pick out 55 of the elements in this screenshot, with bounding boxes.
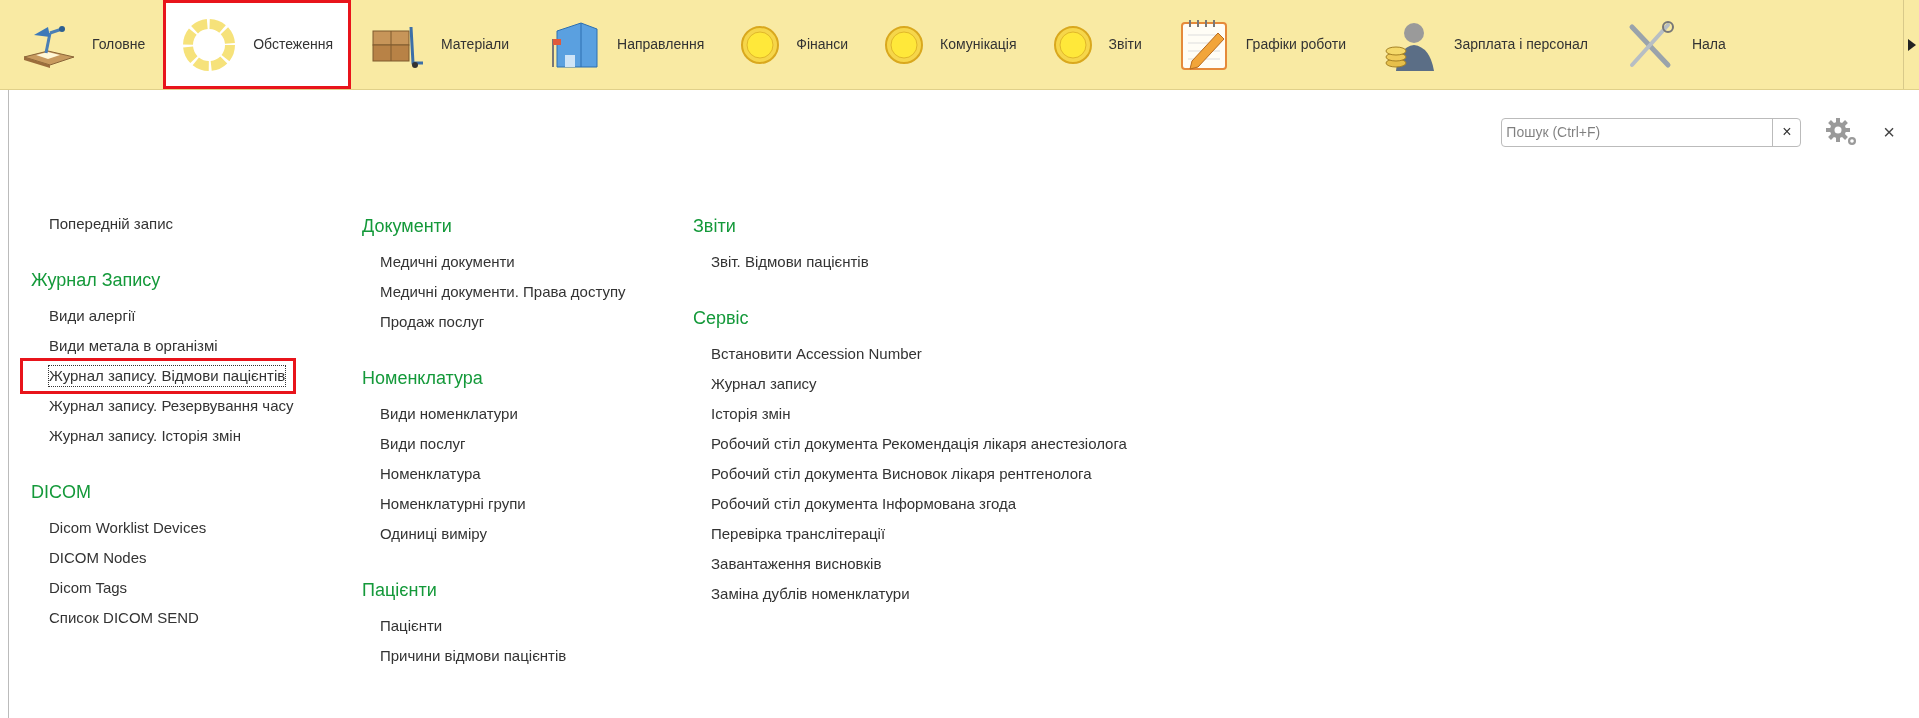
- menu-link[interactable]: Причини відмови пацієнтів: [380, 646, 567, 666]
- clear-search-button[interactable]: ×: [1772, 118, 1801, 146]
- menu-link[interactable]: Продаж послуг: [380, 312, 485, 332]
- coin-icon: [1052, 24, 1093, 65]
- section-tab[interactable]: Фінанси: [722, 0, 867, 89]
- coin-icon: [740, 24, 781, 65]
- group-heading: Номенклатура: [362, 367, 484, 390]
- menu-link[interactable]: Номенклатура: [380, 464, 481, 484]
- section-tab[interactable]: Графіки роботи: [1159, 0, 1364, 89]
- coin-icon: [884, 24, 925, 65]
- menu-link[interactable]: Перевірка транслітерації: [711, 524, 886, 544]
- menu-link[interactable]: Dicom Worklist Devices: [49, 518, 207, 538]
- triangle-right-icon: [1907, 38, 1916, 51]
- menu-link[interactable]: Завантаження висновків: [711, 554, 882, 574]
- menu-link[interactable]: Медичні документи. Права доступу: [380, 282, 626, 302]
- group-heading: Журнал Запису: [31, 269, 162, 292]
- section-tab[interactable]: Матеріали: [351, 0, 528, 89]
- section-tab[interactable]: Направлення: [527, 0, 723, 89]
- menu-link[interactable]: Робочий стіл документа Висновок лікаря рентгенолога: [711, 464, 1092, 484]
- menu-link[interactable]: Види послуг: [380, 434, 466, 454]
- group-heading: Пацієнти: [362, 579, 438, 602]
- menu-link[interactable]: Заміна дублів номенклатури: [711, 584, 910, 604]
- search-field[interactable]: Пошук (Ctrl+F) ×: [1501, 117, 1802, 147]
- menu-link[interactable]: Робочий стіл документа Рекомендація лікаря анестезіолога: [711, 434, 1127, 454]
- menu-link[interactable]: Пацієнти: [380, 616, 443, 636]
- group-heading: Сервіс: [693, 307, 750, 330]
- section-tab[interactable]: Нала: [1605, 0, 1744, 89]
- section-tab[interactable]: Головне: [2, 0, 164, 89]
- menu-link[interactable]: Одиниці виміру: [380, 524, 487, 544]
- menu-link[interactable]: Види номенклатури: [380, 404, 518, 424]
- group-heading: DICOM: [31, 481, 92, 504]
- menu-link[interactable]: Медичні документи: [380, 252, 515, 272]
- ring-icon: [181, 16, 238, 73]
- menu-link[interactable]: Встановити Accession Number: [711, 344, 922, 364]
- menu-link[interactable]: Робочий стіл документа Інформована згода: [711, 494, 1017, 514]
- menu-link[interactable]: Журнал запису. Відмови пацієнтів: [49, 366, 286, 386]
- menu-link[interactable]: Історія змін: [711, 404, 791, 424]
- menu-link[interactable]: Звіт. Відмови пацієнтів: [711, 252, 869, 272]
- group-heading: Звіти: [693, 215, 737, 238]
- group-heading: Документи: [362, 215, 453, 238]
- section-tab[interactable]: Зарплата і персонал: [1363, 0, 1606, 89]
- menu-link[interactable]: Види метала в організмі: [49, 336, 218, 356]
- menu-link[interactable]: Журнал запису. Історія змін: [49, 426, 241, 446]
- menu-link[interactable]: Номенклатурні групи: [380, 494, 526, 514]
- menu-link[interactable]: Попередній запис: [49, 214, 174, 234]
- menu-link[interactable]: Журнал запису: [711, 374, 817, 394]
- close-button[interactable]: ×: [1883, 122, 1895, 142]
- menu-link[interactable]: Журнал запису. Резервування часу: [49, 396, 294, 416]
- menu-link[interactable]: Види алергії: [49, 306, 136, 326]
- section-tab[interactable]: Обстеження: [163, 0, 352, 89]
- section-tab[interactable]: Звіти: [1034, 0, 1160, 89]
- section-tab[interactable]: Комунікація: [866, 0, 1035, 89]
- menu-link[interactable]: DICOM Nodes: [49, 548, 147, 568]
- menu-link[interactable]: Dicom Tags: [49, 578, 128, 598]
- menu-link[interactable]: Список DICOM SEND: [49, 608, 199, 628]
